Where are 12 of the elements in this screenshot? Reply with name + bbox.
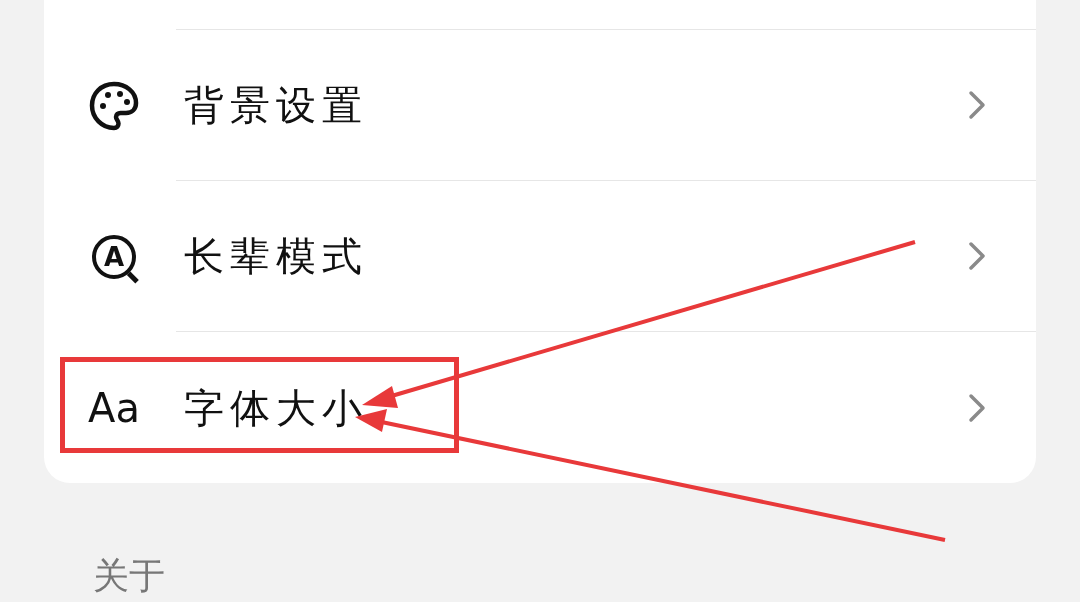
settings-row[interactable]: A 长辈模式: [44, 181, 1036, 332]
chevron-right-icon: [968, 392, 986, 423]
settings-row[interactable]: Aa 字体大小: [44, 332, 1036, 483]
chevron-right-icon: [968, 90, 986, 120]
settings-row[interactable]: 背景设置: [44, 30, 1036, 181]
font-size-icon: Aa: [88, 387, 140, 428]
palette-icon: [88, 79, 140, 132]
chevron-right-icon: [968, 241, 986, 271]
row-label: 字体大小: [183, 383, 369, 433]
row-label: 长辈模式: [183, 232, 369, 281]
section-header: 关于: [93, 555, 165, 596]
row-label: 背景设置: [183, 81, 369, 130]
